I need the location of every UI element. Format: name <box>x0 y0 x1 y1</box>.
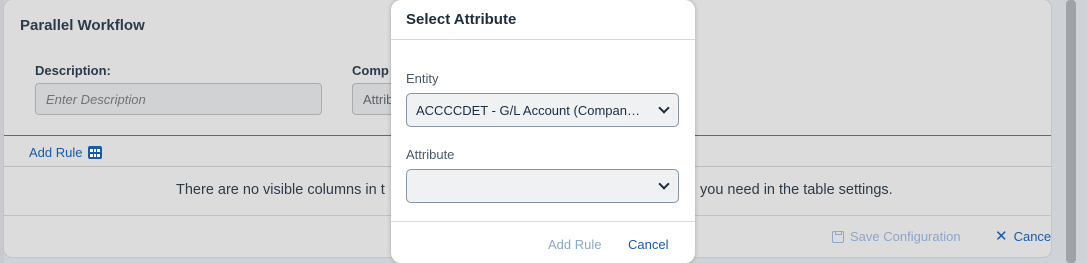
select-attribute-dialog: Select Attribute Entity ACCCCDET - G/L A… <box>391 0 695 263</box>
no-data-text-right: you need in the table settings. <box>700 182 893 198</box>
description-input[interactable]: Enter Description <box>35 83 322 115</box>
add-rule-label: Add Rule <box>29 145 83 160</box>
save-configuration-button[interactable]: Save Configuration <box>832 229 961 244</box>
dialog-title: Parallel Workflow <box>20 17 145 34</box>
entity-value: ACCCCDET - G/L Account (Company Code) <box>416 103 673 118</box>
close-icon: ✕ <box>995 228 1008 245</box>
background-cancel-button[interactable]: ✕ Cancel <box>995 229 1051 244</box>
popup-cancel-button[interactable]: Cancel <box>628 237 668 252</box>
entity-label: Entity <box>406 71 439 86</box>
entity-select[interactable]: ACCCCDET - G/L Account (Company Code) <box>406 93 679 127</box>
description-label: Description: <box>35 63 111 78</box>
scrollbar[interactable] <box>1066 0 1076 263</box>
attribute-label: Attribute <box>406 147 455 162</box>
attribute-select[interactable] <box>406 169 679 203</box>
add-rule-popup-button[interactable]: Add Rule <box>548 237 601 252</box>
popup-footer-divider <box>391 221 695 222</box>
chevron-down-icon[interactable] <box>658 178 670 190</box>
popup-header-divider <box>391 39 695 40</box>
right-edge <box>1051 0 1087 263</box>
comp-label: Comp <box>352 63 389 78</box>
table-settings-icon[interactable] <box>88 146 103 159</box>
save-configuration-label: Save Configuration <box>850 229 961 244</box>
background-cancel-label: Cancel <box>1013 229 1051 244</box>
save-icon <box>832 230 844 243</box>
popup-title: Select Attribute <box>406 11 517 28</box>
add-rule-button[interactable]: Add Rule <box>29 145 103 160</box>
no-data-text-left: There are no visible columns in t <box>176 182 385 198</box>
